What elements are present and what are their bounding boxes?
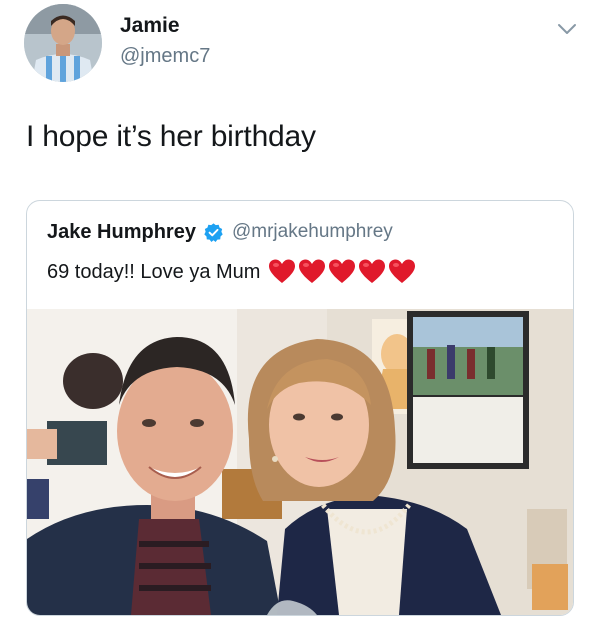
chevron-down-icon[interactable] <box>556 18 578 40</box>
quoted-tweet-header: Jake Humphrey @mrjakehumphrey <box>47 219 393 245</box>
author-display-name[interactable]: Jamie <box>120 14 180 38</box>
heart-icon <box>328 258 356 286</box>
heart-icon <box>358 258 386 286</box>
quoted-author-handle[interactable]: @mrjakehumphrey <box>232 221 393 243</box>
tweet-text: I hope it’s her birthday <box>26 120 316 153</box>
quoted-tweet-text-row: 69 today!! Love ya Mum <box>47 257 418 287</box>
tweet: Jamie @jmemc7 I hope it’s her birthday J… <box>0 0 600 625</box>
heart-icon <box>298 258 326 286</box>
verified-badge-icon <box>203 222 224 243</box>
author-avatar[interactable] <box>24 4 102 82</box>
author-handle[interactable]: @jmemc7 <box>120 45 210 68</box>
heart-icon <box>388 258 416 286</box>
quoted-author-name[interactable]: Jake Humphrey <box>47 221 196 244</box>
quoted-tweet-text: 69 today!! Love ya Mum <box>47 260 261 283</box>
heart-emoji-group <box>268 258 418 286</box>
quoted-tweet-card[interactable]: Jake Humphrey @mrjakehumphrey 69 today!!… <box>26 200 574 616</box>
heart-icon <box>268 258 296 286</box>
selfie-photo[interactable] <box>27 309 573 615</box>
